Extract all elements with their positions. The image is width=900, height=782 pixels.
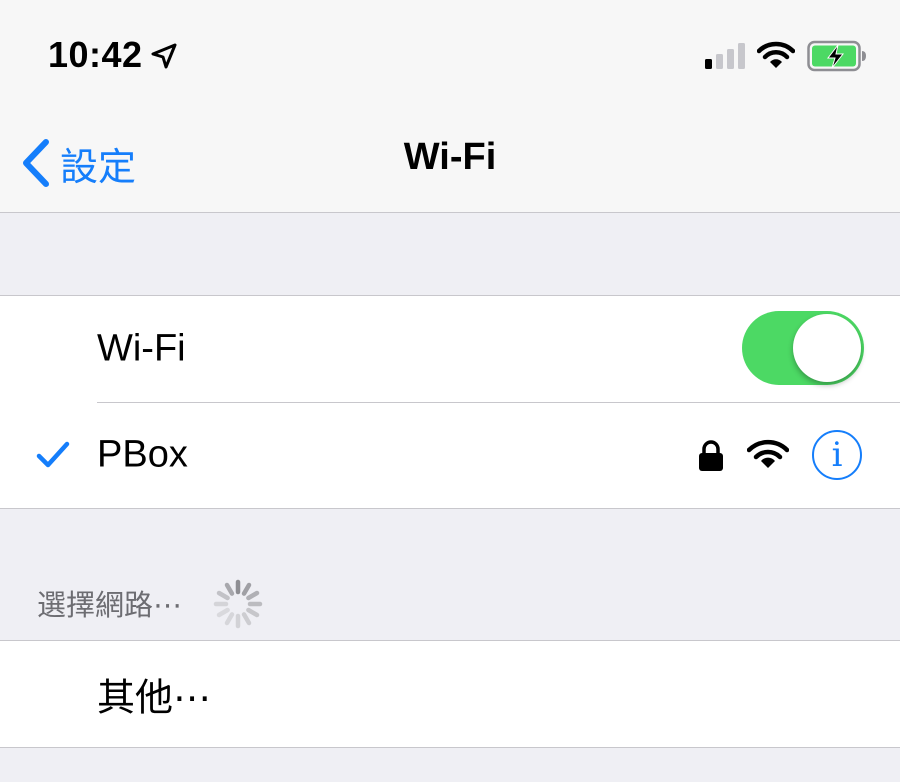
wifi-toggle-label: Wi-Fi xyxy=(97,327,186,370)
wifi-toggle-row: Wi-Fi xyxy=(0,296,900,402)
navigation-bar: 設定 Wi-Fi xyxy=(0,110,900,213)
page-title: Wi-Fi xyxy=(403,136,497,178)
network-row-pbox[interactable]: PBox i xyxy=(0,402,900,508)
status-bar: 10:42 xyxy=(0,0,900,110)
section-header-choose-network: 選擇網路⋯ xyxy=(37,590,183,622)
loading-spinner-icon xyxy=(213,579,263,629)
cellular-signal-icon xyxy=(705,43,745,69)
battery-charging-icon xyxy=(807,40,866,72)
wifi-group: Wi-Fi PBox i xyxy=(0,295,900,509)
other-network-row[interactable]: 其他⋯ xyxy=(0,641,900,747)
checkmark-icon xyxy=(36,441,70,468)
lock-icon xyxy=(699,440,723,471)
wifi-signal-icon xyxy=(747,439,789,468)
network-name: PBox xyxy=(97,433,188,476)
info-icon[interactable]: i xyxy=(812,430,862,480)
other-network-label: 其他⋯ xyxy=(97,677,212,720)
wifi-icon xyxy=(757,41,795,68)
toggle-knob xyxy=(793,314,861,382)
wifi-toggle-switch[interactable] xyxy=(742,311,864,385)
other-network-group: 其他⋯ xyxy=(0,640,900,748)
location-arrow-icon xyxy=(151,43,177,69)
status-time: 10:42 xyxy=(48,34,143,75)
